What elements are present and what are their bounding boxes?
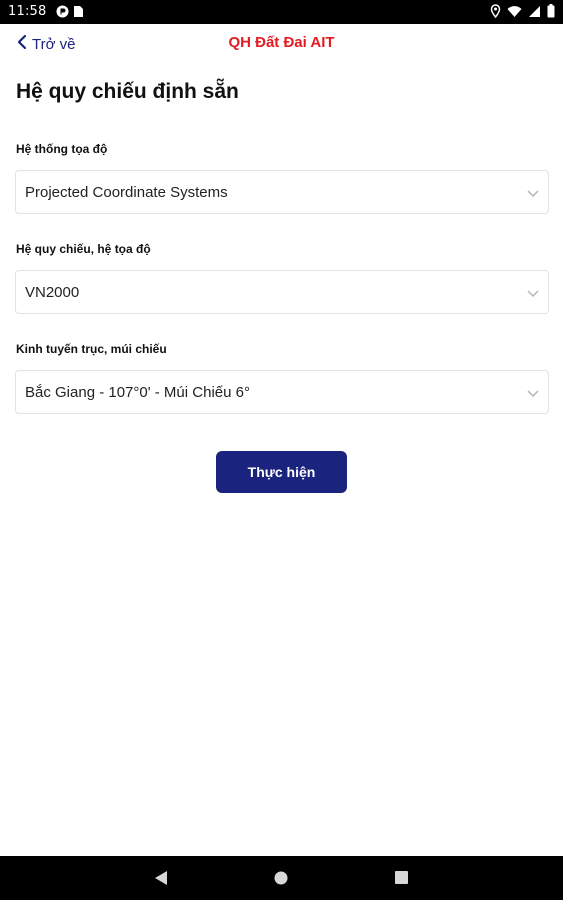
back-icon[interactable]	[154, 870, 168, 891]
chevron-down-icon	[526, 286, 540, 304]
chevron-down-icon	[526, 386, 540, 404]
battery-icon	[547, 4, 555, 23]
coordinate-system-select[interactable]: Projected Coordinate Systems	[15, 170, 549, 214]
coordinate-system-label: Hệ thống tọa độ	[16, 142, 108, 156]
recents-icon[interactable]	[395, 871, 408, 889]
app-header: Trở về QH Đất Đai AIT	[0, 24, 563, 64]
reference-system-select[interactable]: VN2000	[15, 270, 549, 314]
status-right-icons	[490, 4, 555, 23]
meridian-zone-label: Kinh tuyến trục, múi chiếu	[16, 342, 167, 356]
location-icon	[490, 4, 501, 23]
execute-button[interactable]: Thực hiện	[216, 451, 347, 493]
coordinate-system-value: Projected Coordinate Systems	[25, 183, 228, 201]
status-left-icons	[56, 5, 84, 23]
status-bar: 11:58	[0, 0, 563, 24]
meridian-zone-select[interactable]: Bắc Giang - 107°0' - Múi Chiếu 6°	[15, 370, 549, 414]
app-notification-icon	[56, 5, 69, 23]
reference-system-label: Hệ quy chiếu, hệ tọa độ	[16, 242, 151, 256]
status-time: 11:58	[8, 4, 47, 19]
app-title: QH Đất Đai AIT	[228, 34, 335, 51]
signal-icon	[528, 5, 541, 23]
meridian-zone-value: Bắc Giang - 107°0' - Múi Chiếu 6°	[25, 383, 250, 401]
sim-card-icon	[73, 5, 84, 23]
reference-system-value: VN2000	[25, 283, 80, 301]
page-title: Hệ quy chiếu định sẵn	[16, 80, 239, 103]
chevron-down-icon	[526, 186, 540, 204]
home-icon[interactable]	[274, 871, 288, 890]
system-nav-bar	[0, 856, 563, 900]
wifi-icon	[507, 5, 522, 23]
